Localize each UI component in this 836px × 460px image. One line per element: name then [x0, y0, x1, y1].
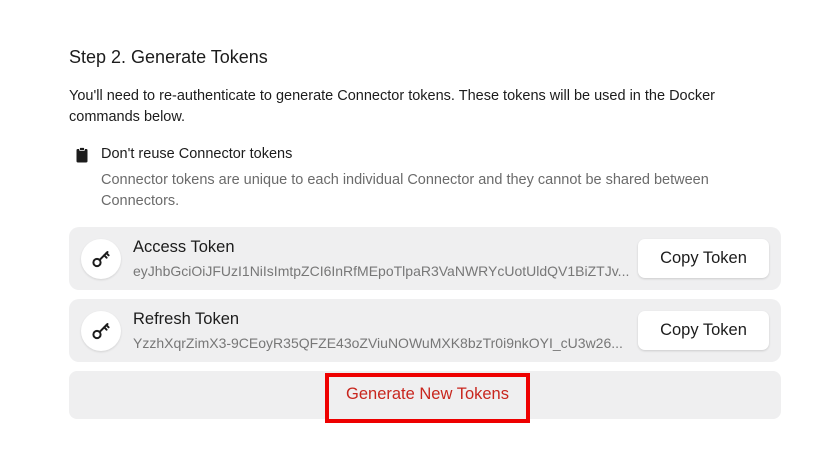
copy-refresh-token-button[interactable]: Copy Token — [638, 311, 769, 350]
refresh-token-label: Refresh Token — [133, 310, 240, 328]
refresh-token-card: Refresh Token YzzhXqrZimX3-9CEoyR35QFZE4… — [69, 299, 781, 362]
notice-body: Connector tokens are unique to each indi… — [101, 172, 709, 209]
access-token-value: eyJhbGciOiJFUzI1NiIsImtpZCI6InRfMEpoTlpa… — [133, 263, 630, 279]
clipboard-icon — [76, 147, 88, 163]
access-token-label: Access Token — [133, 238, 235, 256]
step-description: You'll need to re-authenticate to genera… — [69, 88, 716, 125]
access-token-key-badge — [81, 239, 121, 279]
key-icon — [92, 251, 110, 268]
copy-access-token-button[interactable]: Copy Token — [638, 239, 769, 278]
step-title: Step 2. Generate Tokens — [69, 47, 268, 67]
refresh-token-key-badge — [81, 311, 121, 351]
access-token-card: Access Token eyJhbGciOiJFUzI1NiIsImtpZCI… — [69, 227, 781, 290]
refresh-token-value: YzzhXqrZimX3-9CEoyR35QFZE43oZViuNOWuMXK8… — [133, 335, 623, 351]
notice-title: Don't reuse Connector tokens — [101, 146, 293, 162]
generate-tokens-row: Generate New Tokens — [69, 371, 781, 423]
generate-new-tokens-button[interactable]: Generate New Tokens — [325, 373, 530, 423]
key-icon — [92, 323, 110, 340]
